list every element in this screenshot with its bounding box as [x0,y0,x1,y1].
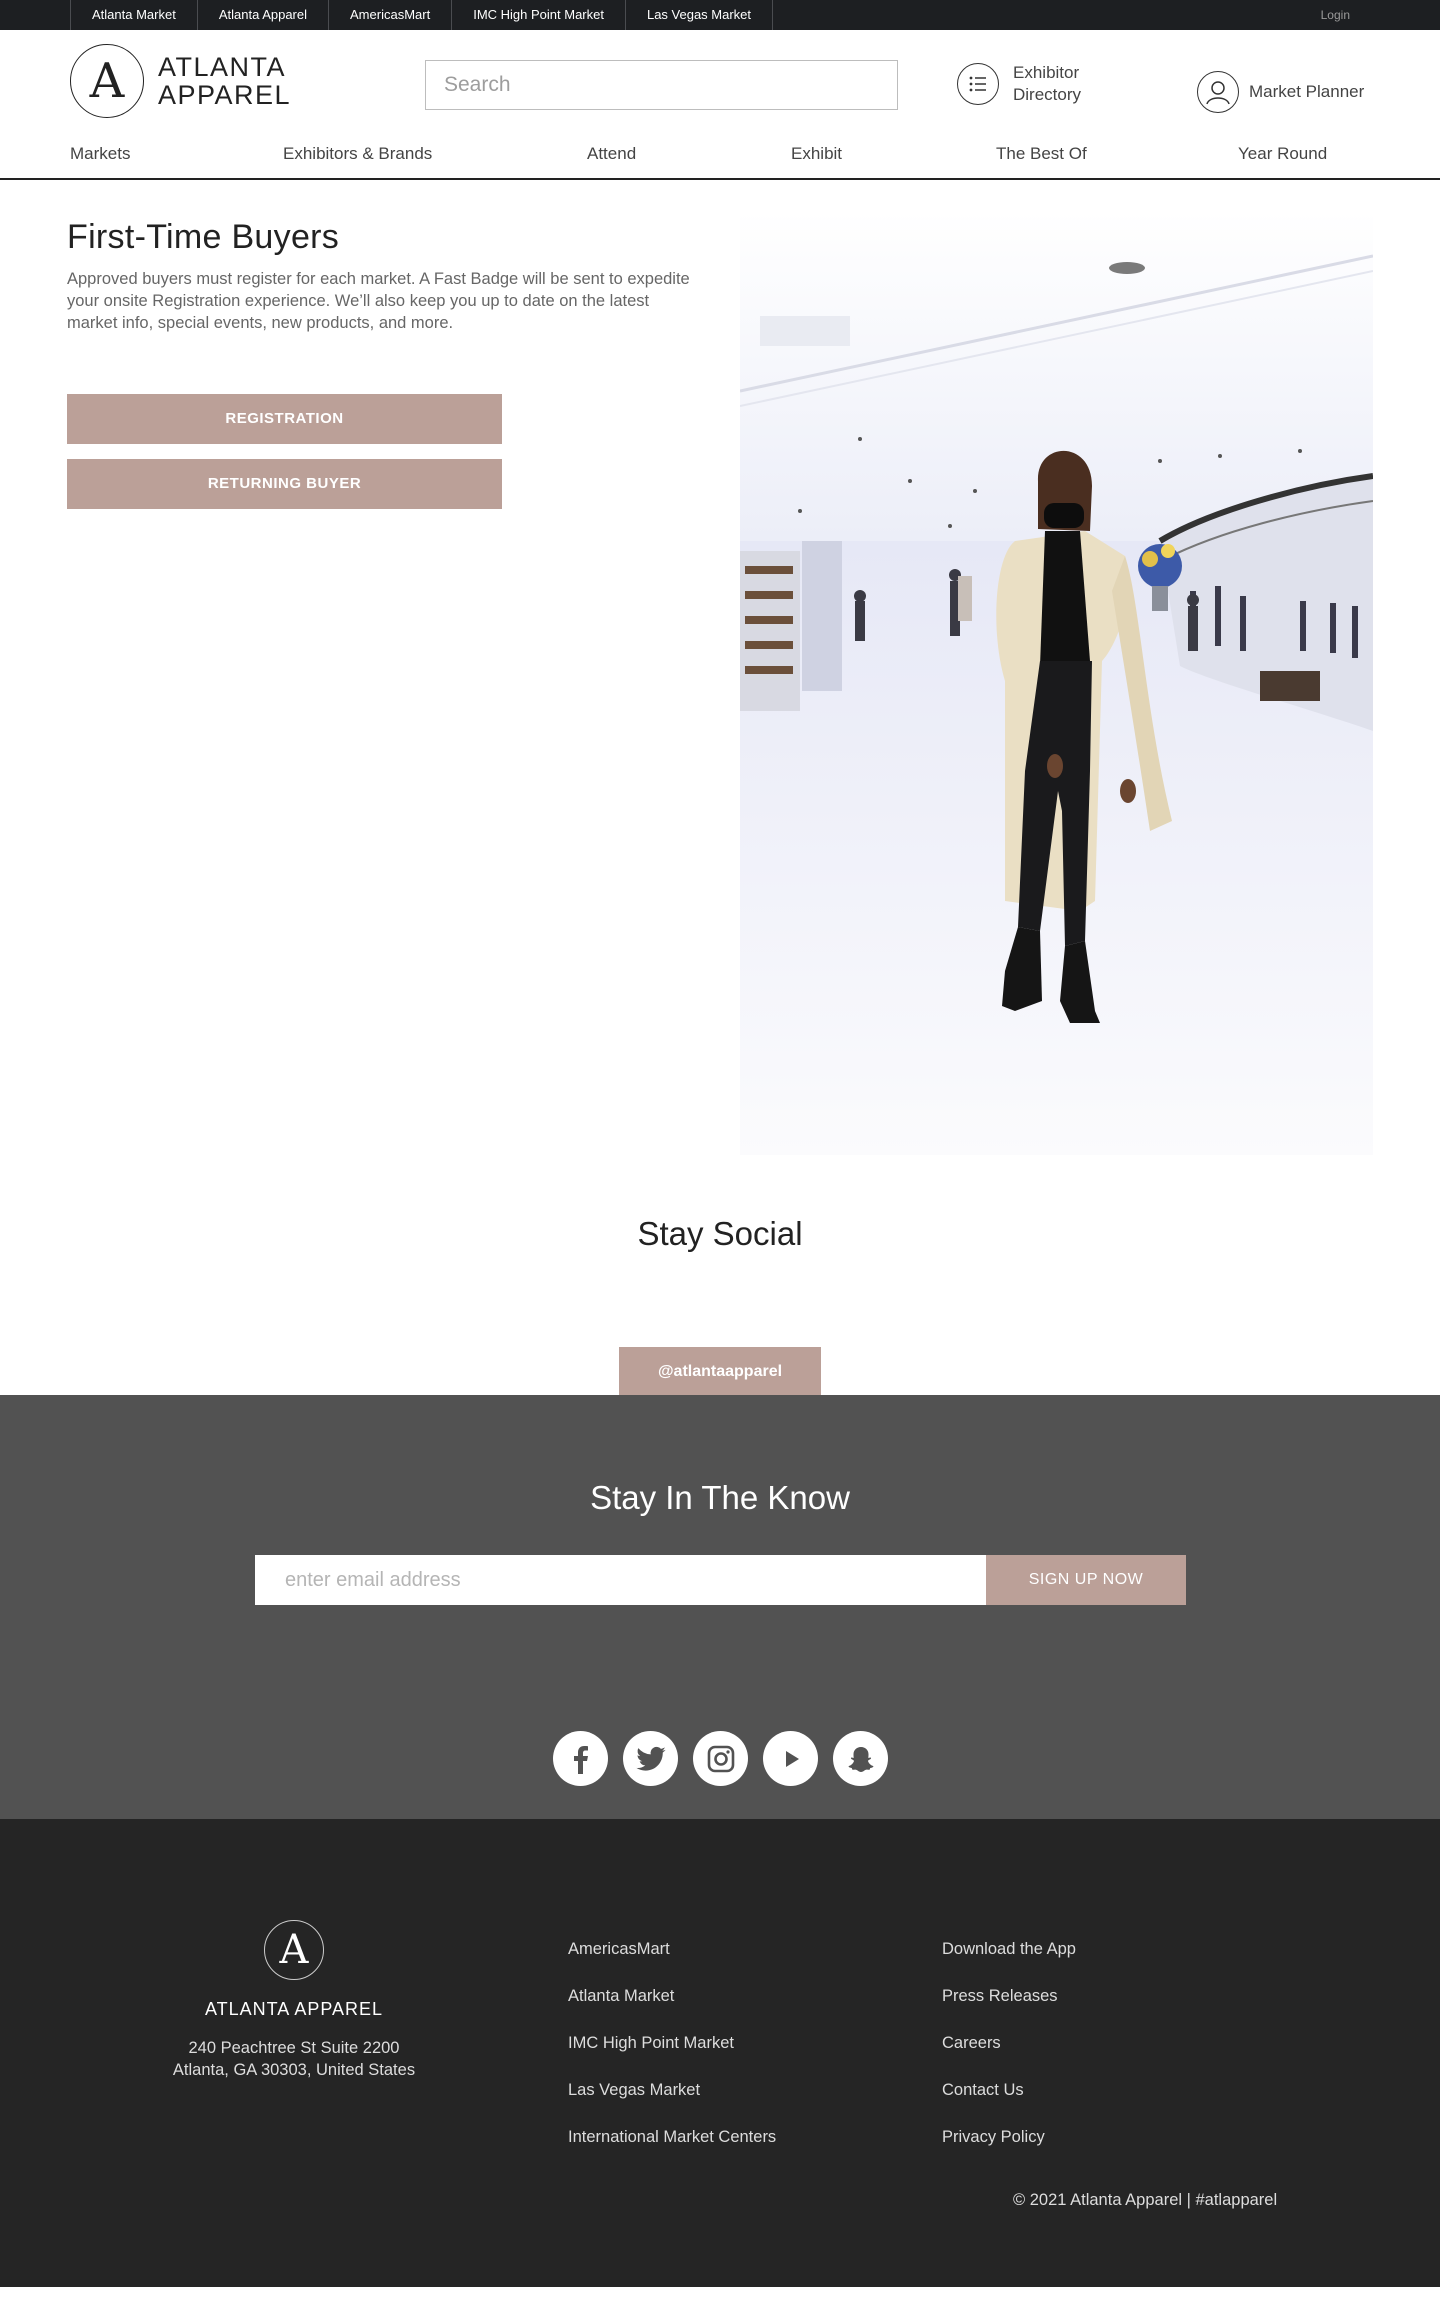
snapchat-icon[interactable] [833,1731,888,1786]
main-content: First-Time Buyers Approved buyers must r… [0,180,1440,1397]
search-input[interactable] [425,60,898,110]
footer-logo-monogram-icon[interactable]: A [264,1920,324,1980]
site-link-atlanta-apparel[interactable]: Atlanta Apparel [198,0,330,30]
footer-link-international-market-centers[interactable]: International Market Centers [568,2128,776,2149]
intro-text: Approved buyers must register for each m… [67,270,690,332]
sign-up-button[interactable]: SIGN UP NOW [986,1555,1186,1605]
login-link[interactable]: Login [1321,0,1350,30]
list-icon [957,63,999,105]
site-footer: A ATLANTA APPAREL 240 Peachtree St Suite… [0,1819,1440,2287]
market-planner-label: Market Planner [1249,82,1365,101]
footer-link-press-releases[interactable]: Press Releases [942,1987,1076,2008]
footer-link-imc-high-point-market[interactable]: IMC High Point Market [568,2034,776,2055]
email-field[interactable] [255,1555,986,1605]
site-link-americasmart[interactable]: AmericasMart [329,0,453,30]
logo-wordmark: ATLANTA APPAREL [158,53,291,109]
footer-link-contact-us[interactable]: Contact Us [942,2081,1076,2102]
nav-item-attend[interactable]: Attend [587,144,636,164]
hero-photo [740,211,1373,1155]
stay-social-title: Stay Social [637,1215,803,1252]
exhibitor-directory-label-line-1: Exhibitor [1013,63,1080,82]
footer-link-download-app[interactable]: Download the App [942,1940,1076,1961]
footer-link-privacy-policy[interactable]: Privacy Policy [942,2128,1076,2149]
exhibitor-directory-link[interactable]: Exhibitor Directory [957,62,1103,106]
exhibitor-directory-label: Exhibitor Directory [1013,62,1103,106]
nav-item-exhibit[interactable]: Exhibit [791,144,842,164]
instagram-icon[interactable] [693,1731,748,1786]
logo-line-1: ATLANTA [158,52,287,82]
newsletter-section: Stay In The Know SIGN UP NOW [0,1395,1440,1819]
user-icon [1197,71,1239,113]
nav-item-year-round[interactable]: Year Round [1238,144,1327,164]
nav-item-the-best-of[interactable]: The Best Of [996,144,1087,164]
footer-links-column-1: AmericasMart Atlanta Market IMC High Poi… [568,1940,776,2175]
hero-photo-illustration [740,211,1373,1155]
copyright-text: © 2021 Atlanta Apparel | #atlapparel [1013,2191,1278,2209]
site-logo[interactable]: A ATLANTA APPAREL [70,44,291,118]
footer-brand-name: ATLANTA APPAREL [204,1999,384,2019]
nav-item-markets[interactable]: Markets [70,144,130,164]
footer-link-las-vegas-market[interactable]: Las Vegas Market [568,2081,776,2102]
twitter-icon[interactable] [623,1731,678,1786]
logo-monogram-icon: A [70,44,144,118]
site-link-las-vegas-market[interactable]: Las Vegas Market [626,0,774,30]
footer-link-careers[interactable]: Careers [942,2034,1076,2055]
returning-buyer-button[interactable]: RETURNING BUYER [67,459,502,509]
instagram-handle-button[interactable]: @atlantaapparel [619,1347,821,1397]
footer-address-line-2: Atlanta, GA 30303, United States [172,2061,416,2079]
youtube-icon[interactable] [763,1731,818,1786]
logo-line-2: APPAREL [158,80,292,110]
site-header: A ATLANTA APPAREL Exhibitor Directory Ma… [0,30,1440,180]
page-title: First-Time Buyers [67,218,340,256]
market-planner-link[interactable]: Market Planner [1197,71,1364,113]
facebook-icon[interactable] [553,1731,608,1786]
footer-address-line-1: 240 Peachtree St Suite 2200 [188,2039,400,2057]
nav-item-exhibitors-brands[interactable]: Exhibitors & Brands [283,144,432,164]
sister-sites-nav: Atlanta Market Atlanta Apparel AmericasM… [70,0,774,30]
exhibitor-directory-label-line-2: Directory [1013,85,1082,104]
footer-link-americasmart[interactable]: AmericasMart [568,1940,776,1961]
footer-links-column-2: Download the App Press Releases Careers … [942,1940,1076,2175]
site-link-atlanta-market[interactable]: Atlanta Market [71,0,198,30]
newsletter-title: Stay In The Know [590,1479,850,1516]
footer-address: 240 Peachtree St Suite 2200 Atlanta, GA … [0,2037,588,2081]
top-bar: Atlanta Market Atlanta Apparel AmericasM… [0,0,1440,30]
registration-button[interactable]: REGISTRATION [67,394,502,444]
footer-link-atlanta-market[interactable]: Atlanta Market [568,1987,776,2008]
main-nav: Markets Exhibitors & Brands Attend Exhib… [0,144,1440,174]
site-link-imc-high-point-market[interactable]: IMC High Point Market [452,0,626,30]
social-links [553,1731,903,1786]
